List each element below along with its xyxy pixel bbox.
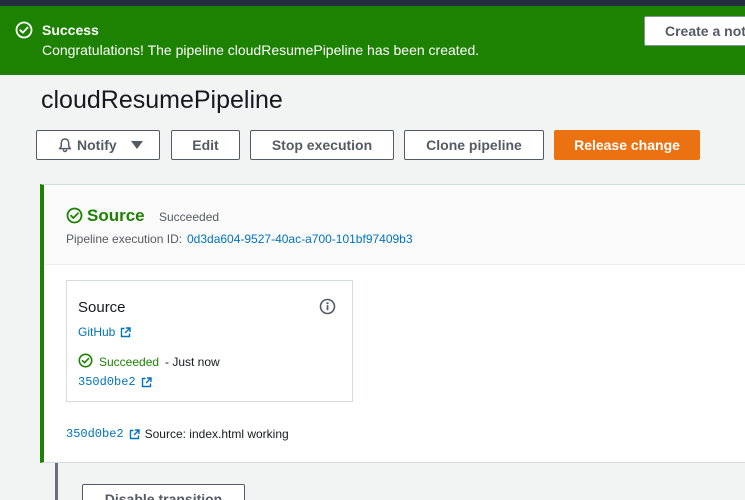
- action-title: Source: [78, 299, 126, 316]
- commit-message: Source: index.html working: [144, 427, 289, 441]
- create-notification-rule-button[interactable]: Create a notification rule: [644, 16, 745, 46]
- action-commit-id: 350d0be2: [78, 375, 136, 389]
- disable-transition-button[interactable]: Disable transition: [82, 484, 245, 500]
- action-time: - Just now: [165, 355, 220, 369]
- external-link-icon[interactable]: [129, 428, 140, 440]
- release-change-button[interactable]: Release change: [554, 130, 700, 160]
- execution-id-link[interactable]: 0d3da604-9527-40ac-a700-101bf97409b3: [187, 232, 413, 246]
- source-stage-panel: Source Succeeded Pipeline execution ID: …: [40, 184, 745, 463]
- provider-label: GitHub: [78, 325, 116, 339]
- action-success-icon: [78, 353, 93, 368]
- page-title: cloudResumePipeline: [41, 86, 283, 114]
- stage-commit-summary: 350d0be2 Source: index.html working: [66, 427, 289, 441]
- notify-dropdown-button[interactable]: Notify: [36, 130, 160, 160]
- stop-execution-button[interactable]: Stop execution: [250, 130, 394, 160]
- external-link-icon: [141, 376, 152, 387]
- stage-status: Succeeded: [159, 210, 220, 224]
- execution-id-label: Pipeline execution ID:: [66, 232, 183, 246]
- edit-button[interactable]: Edit: [171, 130, 240, 160]
- external-link-icon: [121, 326, 132, 337]
- notify-label: Notify: [77, 137, 117, 153]
- stage-header: Source Succeeded Pipeline execution ID: …: [44, 185, 745, 265]
- stage-success-icon: [66, 207, 83, 224]
- action-commit-link[interactable]: 350d0be2: [78, 375, 152, 389]
- provider-link[interactable]: GitHub: [78, 325, 132, 339]
- caret-down-icon: [131, 141, 143, 149]
- stage-commit-link[interactable]: 350d0be2: [66, 427, 124, 441]
- clone-pipeline-button[interactable]: Clone pipeline: [404, 130, 544, 160]
- stage-name: Source: [87, 206, 145, 225]
- transition-connector: [55, 463, 58, 500]
- flash-message: Congratulations! The pipeline cloudResum…: [42, 42, 480, 58]
- info-icon[interactable]: [319, 298, 336, 315]
- action-status: Succeeded: [99, 355, 160, 369]
- success-check-icon: [15, 21, 33, 39]
- success-flash-banner: Success Congratulations! The pipeline cl…: [0, 6, 745, 75]
- flash-title: Success: [42, 22, 99, 38]
- source-action-card: Source GitHub Succeeded - Just now 350d0…: [66, 280, 353, 402]
- bell-icon: [58, 138, 72, 153]
